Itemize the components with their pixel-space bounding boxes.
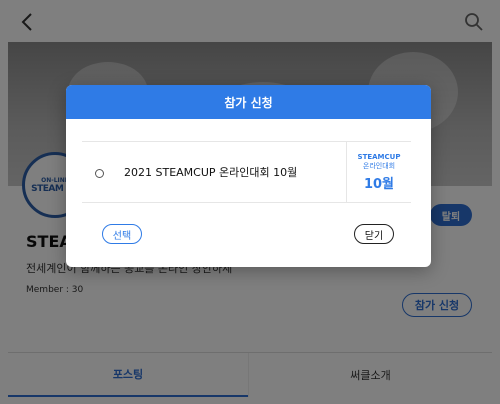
event-radio[interactable]: [95, 169, 104, 178]
event-badge-month: 10월: [363, 176, 395, 192]
event-title: 2021 STEAMCUP 온라인대회 10월: [124, 166, 298, 179]
event-badge-line1: STEAMCUP: [357, 152, 401, 161]
event-badge: STEAMCUP 온라인대회 10월: [346, 142, 411, 202]
dialog-title: 참가 신청: [66, 85, 431, 119]
close-button[interactable]: 닫기: [354, 224, 394, 244]
event-option[interactable]: 2021 STEAMCUP 온라인대회 10월 STEAMCUP 온라인대회 1…: [82, 141, 411, 203]
select-button[interactable]: 선택: [102, 224, 142, 244]
event-badge-line2: 온라인대회: [362, 161, 396, 170]
join-dialog: 참가 신청 2021 STEAMCUP 온라인대회 10월 STEAMCUP 온…: [66, 85, 431, 267]
